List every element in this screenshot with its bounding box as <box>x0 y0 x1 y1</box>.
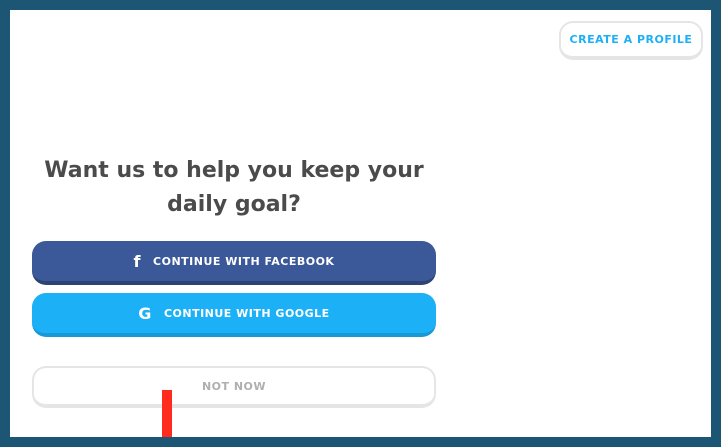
create-profile-label: CREATE A PROFILE <box>569 33 693 46</box>
facebook-icon: f <box>133 251 142 271</box>
google-button-label: CONTINUE WITH GOOGLE <box>163 306 330 320</box>
app-window: CREATE A PROFILE Want us to help you kee… <box>10 10 711 437</box>
facebook-button-label: CONTINUE WITH FACEBOOK <box>153 254 335 268</box>
not-now-button[interactable]: NOT NOW <box>32 366 436 408</box>
continue-with-google-button[interactable]: G CONTINUE WITH GOOGLE <box>32 293 436 337</box>
not-now-label: NOT NOW <box>201 379 267 393</box>
google-icon: G <box>138 303 152 323</box>
create-profile-button[interactable]: CREATE A PROFILE <box>559 21 703 60</box>
red-marker-bar <box>162 390 172 437</box>
page-title: Want us to help you keep your daily goal… <box>44 158 424 217</box>
continue-with-facebook-button[interactable]: f CONTINUE WITH FACEBOOK <box>32 241 436 285</box>
